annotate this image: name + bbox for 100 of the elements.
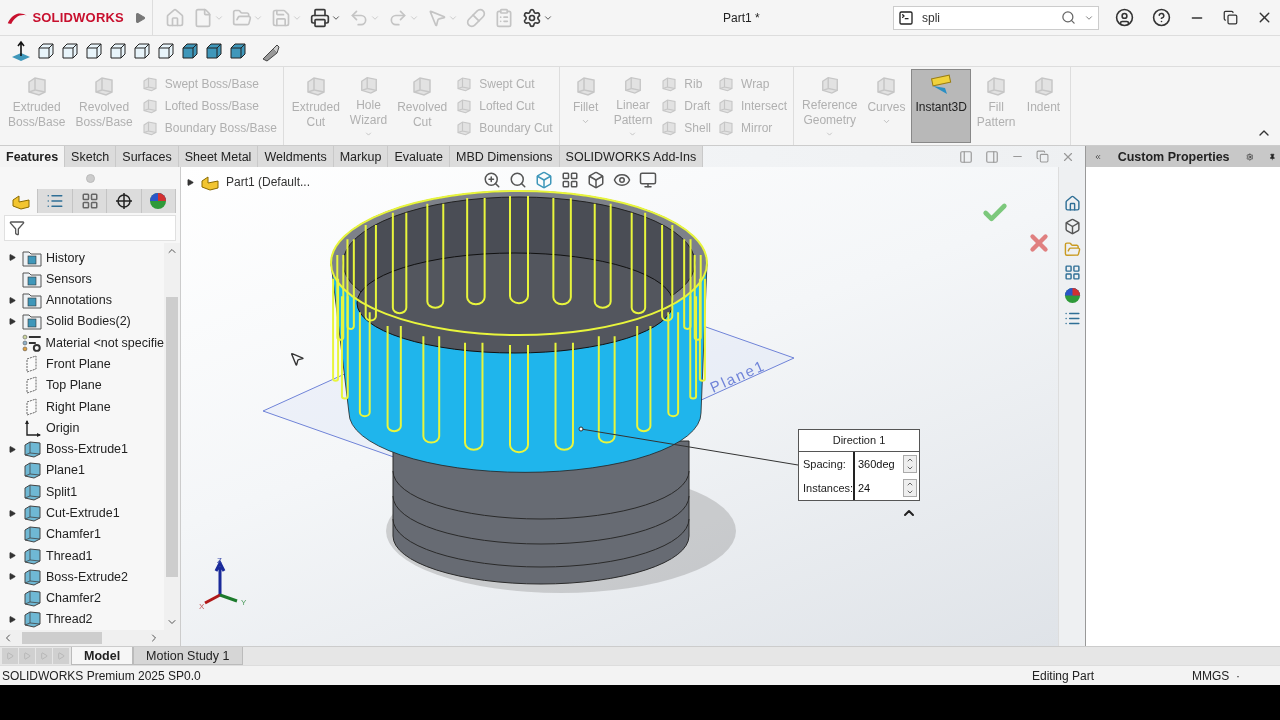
view-cube-icon[interactable]	[204, 41, 224, 61]
spin-field[interactable]: 360deg	[853, 452, 919, 476]
tree-item[interactable]: History	[46, 250, 85, 265]
command-tab[interactable]: Sketch	[65, 146, 117, 167]
tree-item[interactable]: Chamfer1	[46, 527, 101, 542]
view-cube-icon[interactable]	[156, 41, 176, 61]
expand-icon[interactable]	[8, 254, 16, 262]
box-icon[interactable]	[535, 171, 553, 189]
feature-cube-icon	[717, 97, 735, 115]
sheet-tab[interactable]: Model	[71, 647, 134, 665]
tree-item[interactable]: Front Plane	[46, 357, 111, 372]
color-sphere-icon[interactable]	[1063, 287, 1081, 304]
caret-icon	[581, 117, 591, 126]
ribbon-command[interactable]: Instant3D	[911, 69, 971, 143]
file-icon	[193, 7, 213, 28]
tree-item[interactable]: Thread2	[46, 612, 93, 627]
expand-icon[interactable]	[187, 178, 194, 186]
feature-cube-icon	[717, 119, 735, 137]
expand-icon[interactable]	[8, 318, 16, 325]
grid-icon[interactable]	[1063, 264, 1081, 281]
feature-cube-icon	[717, 75, 735, 93]
tree-item[interactable]: Solid Bodies(2)	[46, 314, 131, 329]
folder-icon	[22, 312, 42, 331]
command-tab[interactable]: Surfaces	[116, 146, 179, 167]
view-cube-icon[interactable]	[36, 41, 56, 61]
panel-handle[interactable]	[85, 173, 95, 183]
folder-icon	[22, 291, 42, 310]
spin-field[interactable]: 24	[853, 476, 919, 500]
expand-icon[interactable]	[8, 445, 16, 453]
feature-cube-icon	[22, 440, 42, 459]
tree-item[interactable]: Material <not specifie	[45, 335, 164, 350]
search-field[interactable]: spli	[893, 5, 1099, 30]
tree-item[interactable]: Origin	[46, 420, 80, 435]
part-name[interactable]: Part1 (Default...	[226, 175, 311, 189]
box-icon[interactable]	[1063, 218, 1081, 235]
command-tab[interactable]: Weldments	[258, 146, 334, 167]
box-icon[interactable]	[587, 171, 605, 189]
play-icon[interactable]	[133, 10, 146, 25]
spin-down-icon[interactable]	[906, 488, 914, 496]
undo-icon	[349, 7, 369, 28]
view-cube-icon[interactable]	[60, 41, 80, 61]
expand-icon[interactable]	[8, 509, 16, 517]
eye-icon[interactable]	[613, 171, 631, 189]
house-icon[interactable]	[1063, 195, 1081, 212]
product-version: SOLIDWORKS Premium 2025 SP0.0	[2, 668, 202, 683]
command-tab[interactable]: MBD Dimensions	[450, 146, 560, 167]
grid-icon[interactable]	[561, 171, 579, 189]
command-tab[interactable]: Evaluate	[388, 146, 451, 167]
restore-icon[interactable]	[1223, 10, 1238, 25]
axis-triad-drawing: Z X Y	[195, 555, 255, 611]
search-icon[interactable]	[1061, 10, 1076, 25]
expand-icon[interactable]	[8, 552, 16, 560]
feature-cube-icon	[660, 75, 679, 93]
status-mode: Editing Part	[1032, 668, 1096, 683]
view-cube-icon[interactable]	[228, 41, 248, 61]
material-icon	[21, 333, 42, 352]
command-tab[interactable]: Sheet Metal	[178, 146, 259, 167]
expand-icon[interactable]	[8, 573, 16, 581]
view-cube-icon[interactable]	[180, 41, 200, 61]
folder-icon	[22, 269, 42, 288]
command-tab[interactable]: Markup	[333, 146, 389, 167]
arrow-plane-icon[interactable]	[10, 40, 32, 62]
spin-up-icon[interactable]	[906, 456, 914, 464]
tree-item[interactable]: Thread1	[46, 548, 93, 563]
command-tab[interactable]: Features	[0, 146, 66, 167]
tree-item[interactable]: Chamfer2	[46, 591, 101, 606]
tree-item[interactable]: Boss-Extrude2	[46, 569, 128, 584]
view-cube-icon[interactable]	[108, 41, 128, 61]
color-sphere-icon	[149, 192, 168, 210]
tree-item[interactable]: Split1	[46, 484, 78, 499]
monitor-icon[interactable]	[639, 171, 657, 189]
expand-icon[interactable]	[8, 296, 16, 304]
grid-icon	[80, 192, 99, 210]
zoom-icon[interactable]	[483, 171, 501, 189]
tree-item[interactable]: Right Plane	[46, 399, 111, 414]
search-icon[interactable]	[509, 171, 527, 189]
units-label[interactable]: MMGS	[1192, 668, 1236, 683]
sheet-tab[interactable]: Motion Study 1	[133, 647, 243, 665]
view-cube-icon[interactable]	[84, 41, 104, 61]
feature-cube-icon	[22, 504, 42, 522]
list-icon[interactable]	[1063, 310, 1081, 327]
filter-field[interactable]	[4, 215, 176, 241]
spinner-control[interactable]	[903, 479, 917, 497]
tree-item[interactable]: Top Plane	[46, 378, 102, 393]
tree-item[interactable]: Boss-Extrude1	[46, 442, 128, 457]
filter-icon	[9, 220, 25, 236]
folder-open-icon	[232, 7, 252, 28]
spin-down-icon[interactable]	[906, 464, 914, 472]
tree-item[interactable]: Sensors	[46, 271, 92, 286]
spin-up-icon[interactable]	[906, 480, 914, 488]
spinner-control[interactable]	[903, 455, 917, 473]
help-icon[interactable]	[1152, 8, 1171, 27]
user-icon[interactable]	[1115, 8, 1134, 27]
tree-item[interactable]: Plane1	[46, 463, 85, 478]
command-tab[interactable]: SOLIDWORKS Add-Ins	[559, 146, 704, 167]
expand-icon[interactable]	[8, 615, 16, 623]
tree-item[interactable]: Cut-Extrude1	[46, 506, 120, 520]
document-title: Part1 *	[723, 10, 761, 25]
tree-item[interactable]: Annotations	[46, 293, 113, 308]
view-cube-icon[interactable]	[132, 41, 152, 61]
